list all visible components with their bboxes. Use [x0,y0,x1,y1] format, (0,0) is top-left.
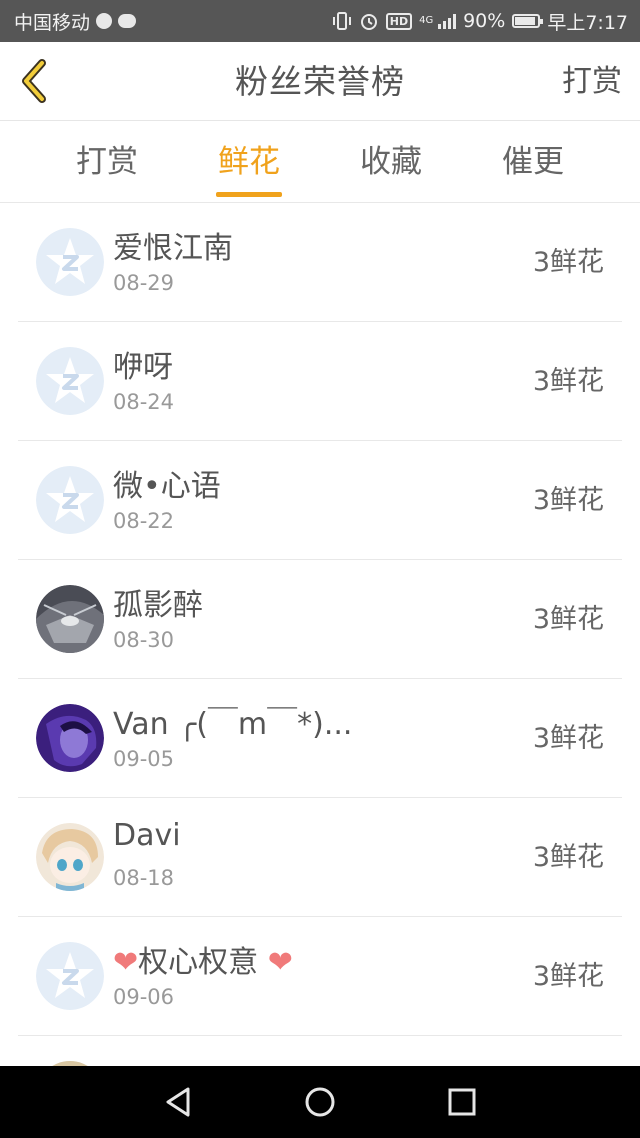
tunnel-photo-avatar-icon [36,585,104,653]
fan-date: 08-24 [113,390,175,414]
purple-photo-avatar-icon [36,704,104,772]
flower-count: 3鲜花 [532,485,604,516]
page-title: 粉丝荣誉榜 [235,62,405,101]
hd-icon: HD [385,12,413,30]
list-item[interactable]: Van ╭(￣m￣*)... 09-05 3鲜花 [18,679,622,798]
avatar [36,228,104,296]
active-tab-indicator [216,192,282,197]
tab-label: 催更 [502,144,564,180]
tab-reward[interactable]: 打赏 [52,121,162,203]
battery-icon [512,14,544,28]
avatar [36,823,104,891]
vibrate-icon [332,12,351,30]
heart-icon: ❤ [267,945,293,980]
tab-label: 收藏 [360,144,422,180]
avatar [36,466,104,534]
flower-count: 3鲜花 [532,961,604,992]
flower-count: 3鲜花 [532,723,604,754]
avatar [36,942,104,1010]
flower-count: 3鲜花 [532,247,604,278]
list-item[interactable]: 咿呀 08-24 3鲜花 [18,322,622,441]
globe-icon [96,13,113,29]
flower-count: 3鲜花 [532,842,604,873]
fan-name-text: 权心权意 [138,945,259,980]
heart-icon: ❤ [113,945,139,980]
fan-date: 09-06 [113,985,175,1009]
carrier-label: 中国移动 [14,11,91,34]
fan-name: 咿呀 [113,350,173,385]
back-button[interactable] [14,56,60,106]
default-star-avatar-icon [36,942,104,1010]
fan-list: 爱恨江南 08-29 3鲜花 咿呀 08-24 3鲜花 微•心语 08-22 3… [0,203,640,1066]
back-triangle-icon[interactable] [160,1084,196,1120]
list-item[interactable]: 微•心语 08-22 3鲜花 [18,441,622,560]
clock: 早上7:17 [547,11,628,34]
tab-label: 鲜花 [218,144,280,180]
tab-label: 打赏 [76,144,138,180]
alarm-icon [360,14,377,30]
default-star-avatar-icon [36,466,104,534]
fan-date: 08-22 [113,509,175,533]
list-item[interactable] [18,1036,622,1066]
system-nav-bar [0,1066,640,1138]
list-item[interactable]: Davi 08-18 3鲜花 [18,798,622,917]
chevron-left-icon [22,59,46,103]
fan-date: 08-30 [113,628,175,652]
fan-date: 09-05 [113,747,175,771]
list-item[interactable]: ❤权心权意 ❤ 09-06 3鲜花 [18,917,622,1036]
header-bar: 粉丝荣誉榜 打赏 [0,42,640,121]
tab-favorites[interactable]: 收藏 [336,121,446,203]
list-item[interactable]: 孤影醉 08-30 3鲜花 [18,560,622,679]
avatar [36,347,104,415]
list-item[interactable]: 爱恨江南 08-29 3鲜花 [18,203,622,322]
reward-button[interactable]: 打赏 [562,42,622,121]
fan-name: Van ╭(￣m￣*)... [113,707,353,742]
avatar [36,585,104,653]
tab-urge-update[interactable]: 催更 [478,121,588,203]
home-circle-icon[interactable] [302,1084,338,1120]
fan-name: ❤权心权意 ❤ [113,937,293,981]
fan-date: 08-18 [113,866,175,890]
tab-bar: 打赏 鲜花 收藏 催更 [0,121,640,203]
avatar [36,704,104,772]
tab-flowers[interactable]: 鲜花 [194,121,304,203]
default-star-avatar-icon [36,347,104,415]
flower-count: 3鲜花 [532,366,604,397]
fan-date: 08-29 [113,271,175,295]
status-bar: 中国移动 HD 4G 90% 早上7:17 [0,0,640,42]
flower-count: 3鲜花 [532,604,604,635]
fan-name: Davi [113,818,181,853]
chat-icon [118,14,137,28]
battery-percent: 90% [463,10,506,32]
signal-icon [438,13,457,29]
fan-name: 爱恨江南 [113,231,233,266]
default-star-avatar-icon [36,228,104,296]
fan-name: 微•心语 [113,469,221,504]
network-type-label: 4G [419,15,434,26]
anime-girl-avatar-icon [36,823,104,891]
fan-name: 孤影醉 [113,588,203,623]
recents-square-icon[interactable] [444,1084,480,1120]
